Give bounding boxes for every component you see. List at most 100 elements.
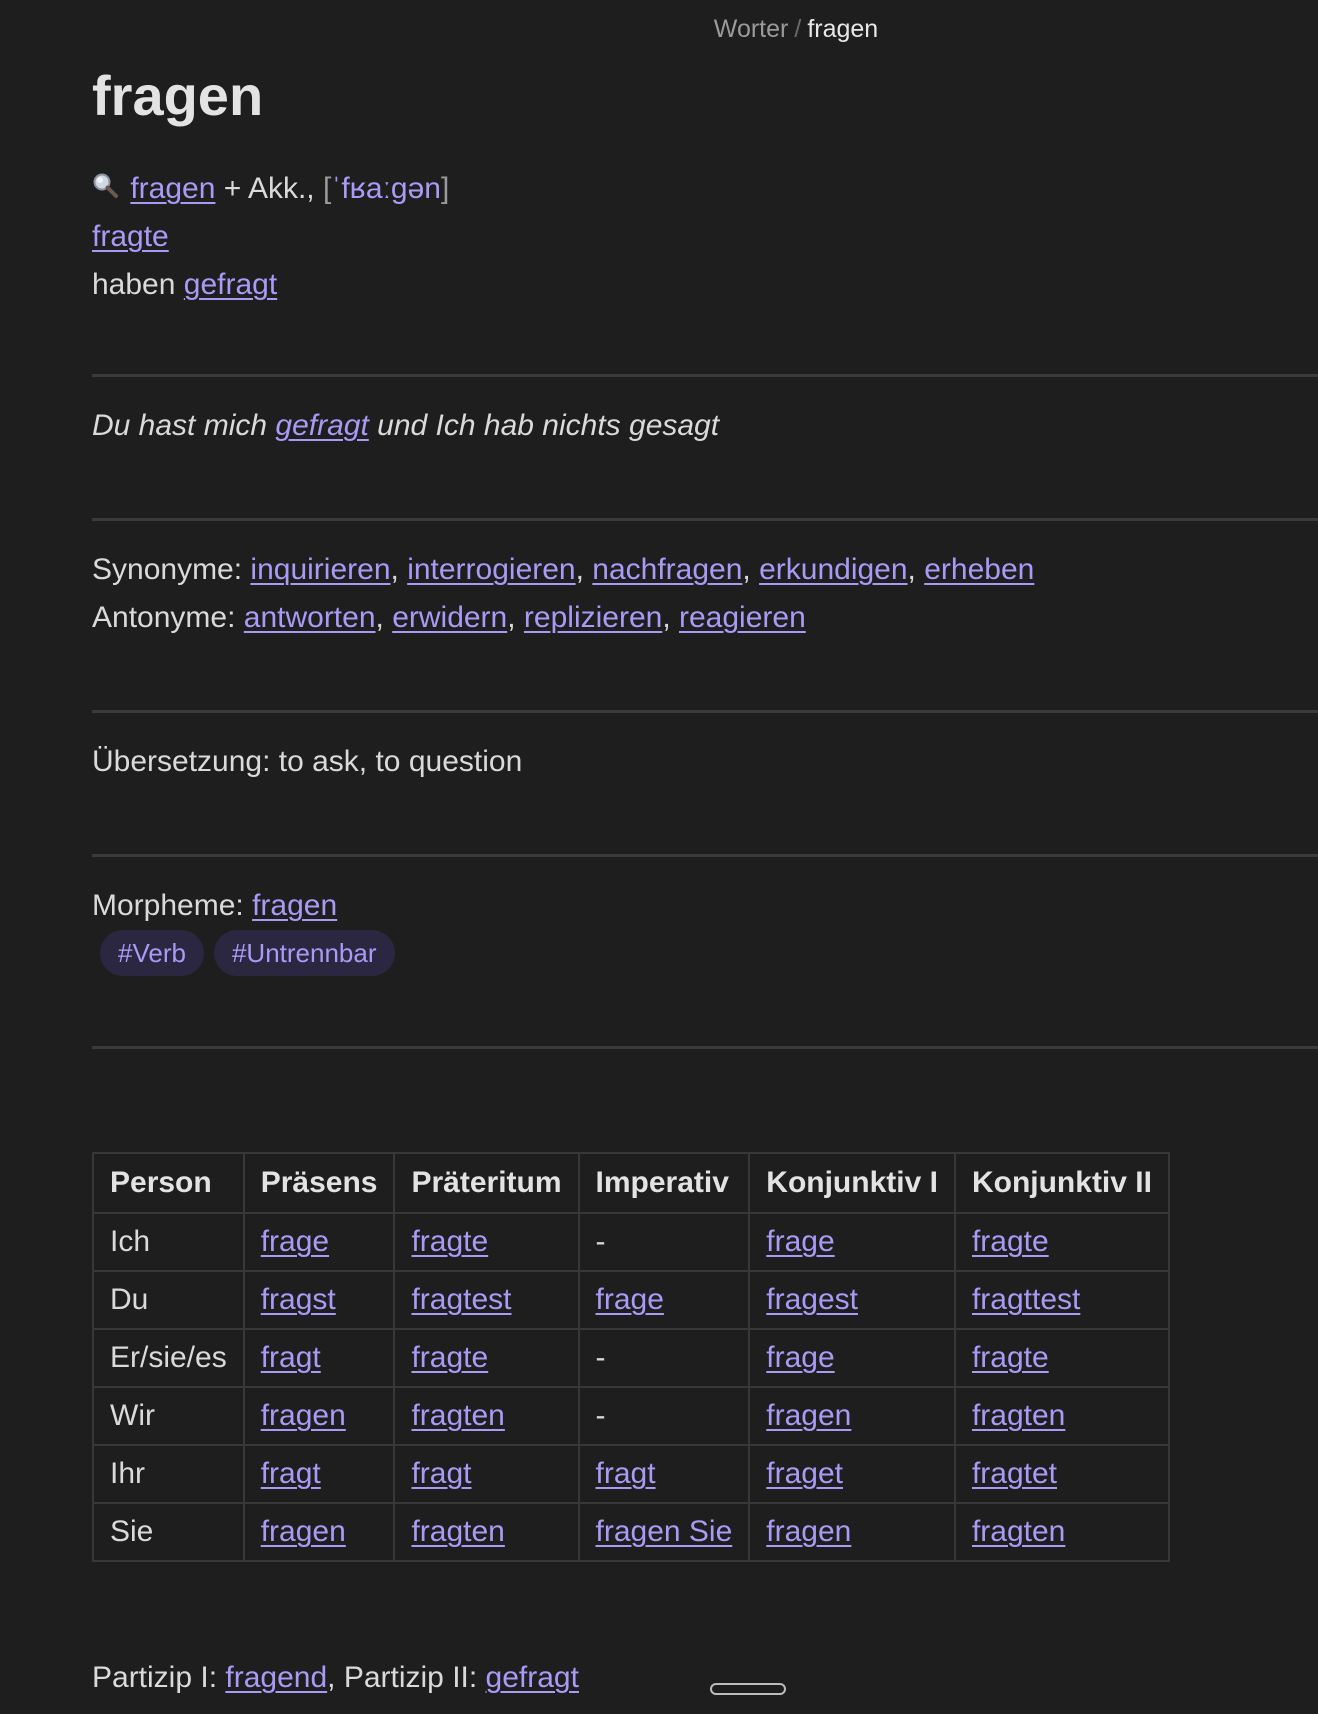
infinitive-link[interactable]: fragen: [130, 172, 215, 205]
antonym-link[interactable]: reagieren: [679, 601, 806, 634]
conjugation-link[interactable]: fragt: [596, 1457, 656, 1490]
conjugation-table: Person Präsens Präteritum Imperativ Konj…: [92, 1152, 1170, 1562]
person-cell: Er/sie/es: [92, 1328, 245, 1388]
conjugation-link[interactable]: frage: [766, 1225, 834, 1258]
magnifier-icon: [92, 165, 122, 213]
morpheme-line: Morpheme: fragen: [92, 882, 337, 930]
conjugation-link[interactable]: fraget: [766, 1457, 843, 1490]
table-row: Ich frage fragte - frage fragte: [92, 1212, 1170, 1272]
form-cell: fragttest: [953, 1270, 1170, 1330]
form-cell: fragest: [748, 1270, 956, 1330]
ipa-text: ˈfʁaːɡən: [331, 172, 441, 205]
breadcrumb-separator: /: [794, 15, 802, 43]
conjugation-link[interactable]: fragt: [261, 1341, 321, 1374]
form-cell: fragen Sie: [577, 1502, 751, 1562]
conjugation-link[interactable]: frage: [261, 1225, 329, 1258]
tag-list: #Verb #Untrennbar: [100, 930, 395, 976]
conjugation-link[interactable]: fragtest: [411, 1283, 511, 1316]
conjugation-link[interactable]: frage: [596, 1283, 664, 1316]
word-header: fragen + Akk., [ˈfʁaːɡən] fragte haben g…: [92, 165, 449, 309]
preterite-link[interactable]: fragte: [92, 220, 169, 253]
antonym-link[interactable]: replizieren: [524, 601, 662, 634]
conjugation-link[interactable]: fragt: [261, 1457, 321, 1490]
conjugation-link[interactable]: fragte: [972, 1341, 1049, 1374]
form-cell: fragtet: [953, 1444, 1170, 1504]
empty-form-cell: -: [577, 1212, 751, 1272]
column-header: Imperativ: [577, 1152, 751, 1214]
form-cell: frage: [748, 1328, 956, 1388]
column-header: Präteritum: [393, 1152, 580, 1214]
infinitive-line: fragen + Akk., [ˈfʁaːɡən]: [92, 165, 449, 213]
antonyms-line: Antonyme: antworten, erwidern, replizier…: [92, 601, 806, 634]
conjugation-link[interactable]: fragtet: [972, 1457, 1057, 1490]
synonym-link[interactable]: inquirieren: [250, 553, 390, 586]
table-row: Wir fragen fragten - fragen fragten: [92, 1386, 1170, 1446]
person-cell: Ich: [92, 1212, 245, 1272]
perfect-aux: haben: [92, 268, 176, 301]
form-cell: fragten: [953, 1502, 1170, 1562]
translation: Übersetzung: to ask, to question: [92, 745, 523, 778]
perfect-line: haben gefragt: [92, 261, 449, 309]
example-link[interactable]: gefragt: [275, 409, 368, 442]
form-cell: fragte: [393, 1212, 580, 1272]
antonym-link[interactable]: erwidern: [392, 601, 507, 634]
scroll-handle[interactable]: [710, 1683, 786, 1695]
conjugation-link[interactable]: fragttest: [972, 1283, 1080, 1316]
divider: [92, 374, 1318, 377]
conjugation-link[interactable]: fragen: [261, 1399, 346, 1432]
conjugation-link[interactable]: frage: [766, 1341, 834, 1374]
form-cell: fragt: [242, 1444, 396, 1504]
column-header: Präsens: [242, 1152, 396, 1214]
synonym-link[interactable]: erkundigen: [759, 553, 907, 586]
conjugation-link[interactable]: fragen Sie: [596, 1515, 733, 1548]
case-text: + Akk.,: [223, 172, 315, 205]
synonyms-label: Synonyme:: [92, 553, 243, 586]
person-cell: Ihr: [92, 1444, 245, 1504]
conjugation-link[interactable]: fragst: [261, 1283, 336, 1316]
conjugation-link[interactable]: fragte: [411, 1225, 488, 1258]
ipa-close-bracket: ]: [441, 172, 450, 205]
form-cell: fragten: [953, 1386, 1170, 1446]
form-cell: fragtest: [393, 1270, 580, 1330]
conjugation-link[interactable]: fragten: [411, 1399, 504, 1432]
form-cell: fragen: [242, 1386, 396, 1446]
conjugation-link[interactable]: fragte: [972, 1225, 1049, 1258]
participle1-link[interactable]: fragend: [225, 1661, 327, 1694]
synonym-link[interactable]: erheben: [924, 553, 1034, 586]
synonym-link[interactable]: interrogieren: [407, 553, 575, 586]
antonym-link[interactable]: antworten: [244, 601, 376, 634]
table-row: Sie fragen fragten fragen Sie fragen fragten: [92, 1502, 1170, 1562]
person-cell: Sie: [92, 1502, 245, 1562]
participle2-link[interactable]: gefragt: [486, 1661, 579, 1694]
column-header: Person: [92, 1152, 245, 1214]
synonym-link[interactable]: nachfragen: [592, 553, 742, 586]
conjugation-link[interactable]: fragt: [411, 1457, 471, 1490]
form-cell: fragten: [393, 1502, 580, 1562]
conjugation-link[interactable]: fragten: [972, 1399, 1065, 1432]
participle-separator: ,: [327, 1661, 336, 1694]
conjugation-link[interactable]: fragest: [766, 1283, 858, 1316]
conjugation-link[interactable]: fragen: [261, 1515, 346, 1548]
perfect-link[interactable]: gefragt: [184, 268, 277, 301]
conjugation-link[interactable]: fragten: [411, 1515, 504, 1548]
form-cell: frage: [748, 1212, 956, 1272]
conjugation-link[interactable]: fragen: [766, 1515, 851, 1548]
conjugation-link[interactable]: fragen: [766, 1399, 851, 1432]
column-header: Konjunktiv I: [748, 1152, 956, 1214]
conjugation-link[interactable]: fragte: [411, 1341, 488, 1374]
form-cell: fragten: [393, 1386, 580, 1446]
tag-untrennbar[interactable]: #Untrennbar: [213, 930, 395, 976]
breadcrumb-parent[interactable]: Worter: [714, 15, 789, 43]
form-cell: fragen: [242, 1502, 396, 1562]
example-after: und Ich hab nichts gesagt: [377, 409, 720, 442]
form-cell: fragte: [393, 1328, 580, 1388]
form-cell: fragte: [953, 1328, 1170, 1388]
morpheme-link[interactable]: fragen: [252, 889, 337, 922]
person-cell: Wir: [92, 1386, 245, 1446]
conjugation-link[interactable]: fragten: [972, 1515, 1065, 1548]
example-sentence: Du hast mich gefragt und Ich hab nichts …: [92, 402, 719, 450]
form-cell: frage: [577, 1270, 751, 1330]
participle1-label: Partizip I:: [92, 1661, 218, 1694]
tag-verb[interactable]: #Verb: [100, 930, 204, 976]
column-header: Konjunktiv II: [953, 1152, 1170, 1214]
